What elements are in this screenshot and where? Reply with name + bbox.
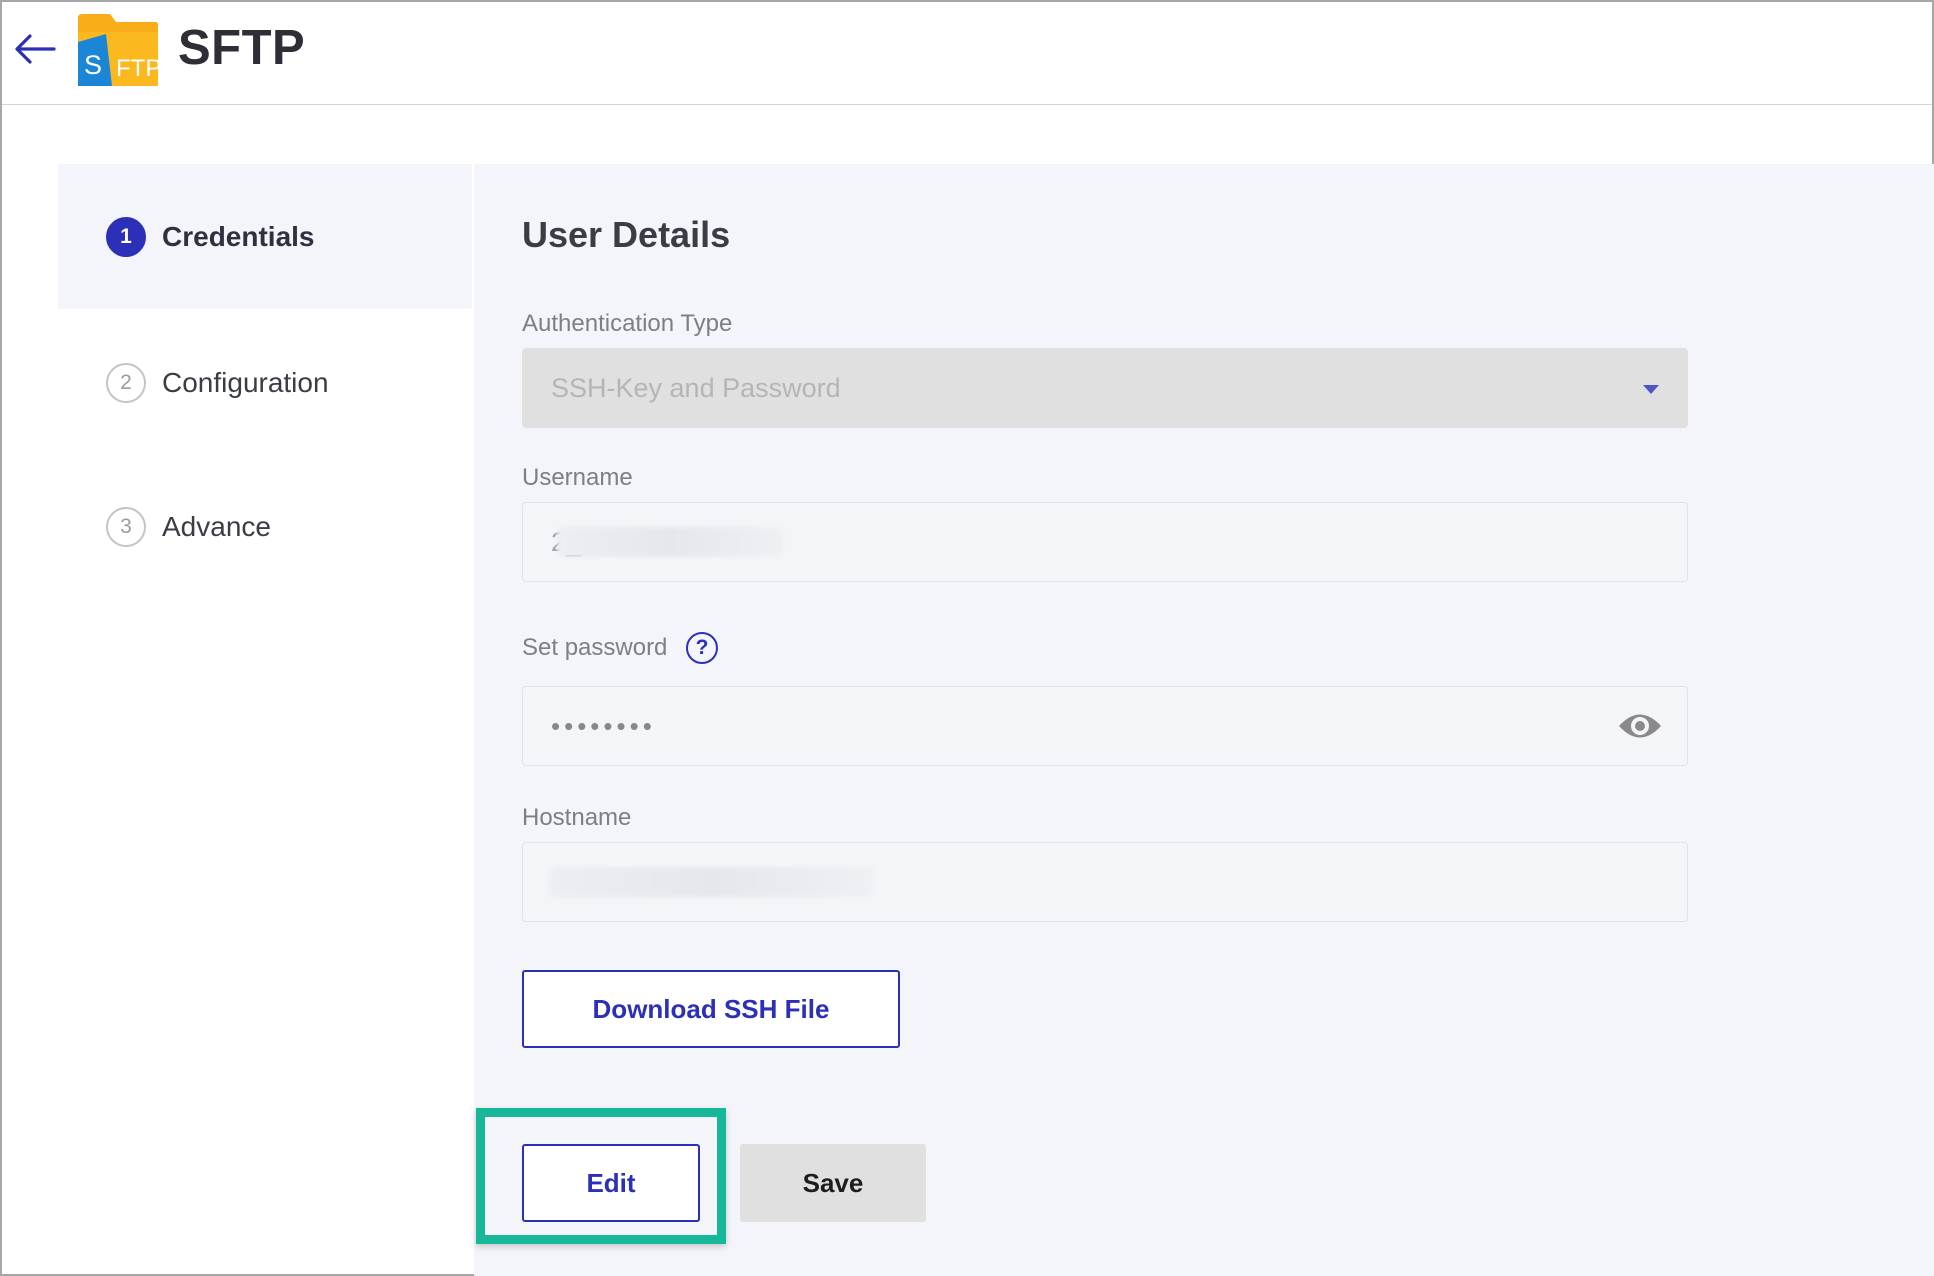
step-label-credentials: Credentials (162, 220, 315, 252)
password-field[interactable]: •••••••• (522, 686, 1688, 766)
step-number-badge: 3 (106, 506, 146, 547)
logo-letter-s: S (84, 50, 102, 80)
page-title: SFTP (178, 21, 306, 75)
page-header: S FTP SFTP (2, 2, 1932, 105)
step-number-badge: 1 (106, 216, 146, 257)
user-details-panel: User Details Authentication Type SSH-Key… (474, 164, 1934, 1276)
question-circle-icon[interactable]: ? (686, 632, 718, 664)
back-arrow-icon[interactable] (10, 24, 60, 74)
password-value: •••••••• (551, 710, 656, 741)
logo-letters-ftp: FTP (116, 55, 160, 82)
username-label: Username (522, 464, 633, 491)
redacted-hostname-blur (549, 867, 873, 897)
hostname-field[interactable] (522, 842, 1688, 922)
section-title: User Details (522, 214, 731, 255)
save-button[interactable]: Save (740, 1144, 926, 1222)
step-credentials[interactable]: 1 Credentials (58, 164, 472, 309)
step-label-advance: Advance (162, 510, 271, 542)
sftp-folder-icon: S FTP (76, 12, 161, 88)
auth-type-label: Authentication Type (522, 310, 733, 337)
auth-type-value: SSH-Key and Password (551, 372, 841, 403)
app-window: S FTP SFTP 1 Credentials 2 Configuration… (0, 0, 1934, 1276)
chevron-down-icon (1643, 385, 1659, 394)
username-field[interactable]: 2_ (522, 502, 1688, 582)
step-configuration[interactable]: 2 Configuration (58, 310, 472, 455)
step-number-badge: 2 (106, 362, 146, 403)
hostname-label: Hostname (522, 804, 632, 831)
redacted-username-blur (557, 527, 783, 557)
step-advance[interactable]: 3 Advance (58, 454, 472, 599)
auth-type-select[interactable]: SSH-Key and Password (522, 348, 1688, 428)
password-label: Set password (522, 634, 668, 661)
eye-icon[interactable] (1617, 709, 1663, 743)
edit-button[interactable]: Edit (522, 1144, 700, 1222)
step-label-configuration: Configuration (162, 366, 329, 398)
download-ssh-file-button[interactable]: Download SSH File (522, 970, 900, 1048)
